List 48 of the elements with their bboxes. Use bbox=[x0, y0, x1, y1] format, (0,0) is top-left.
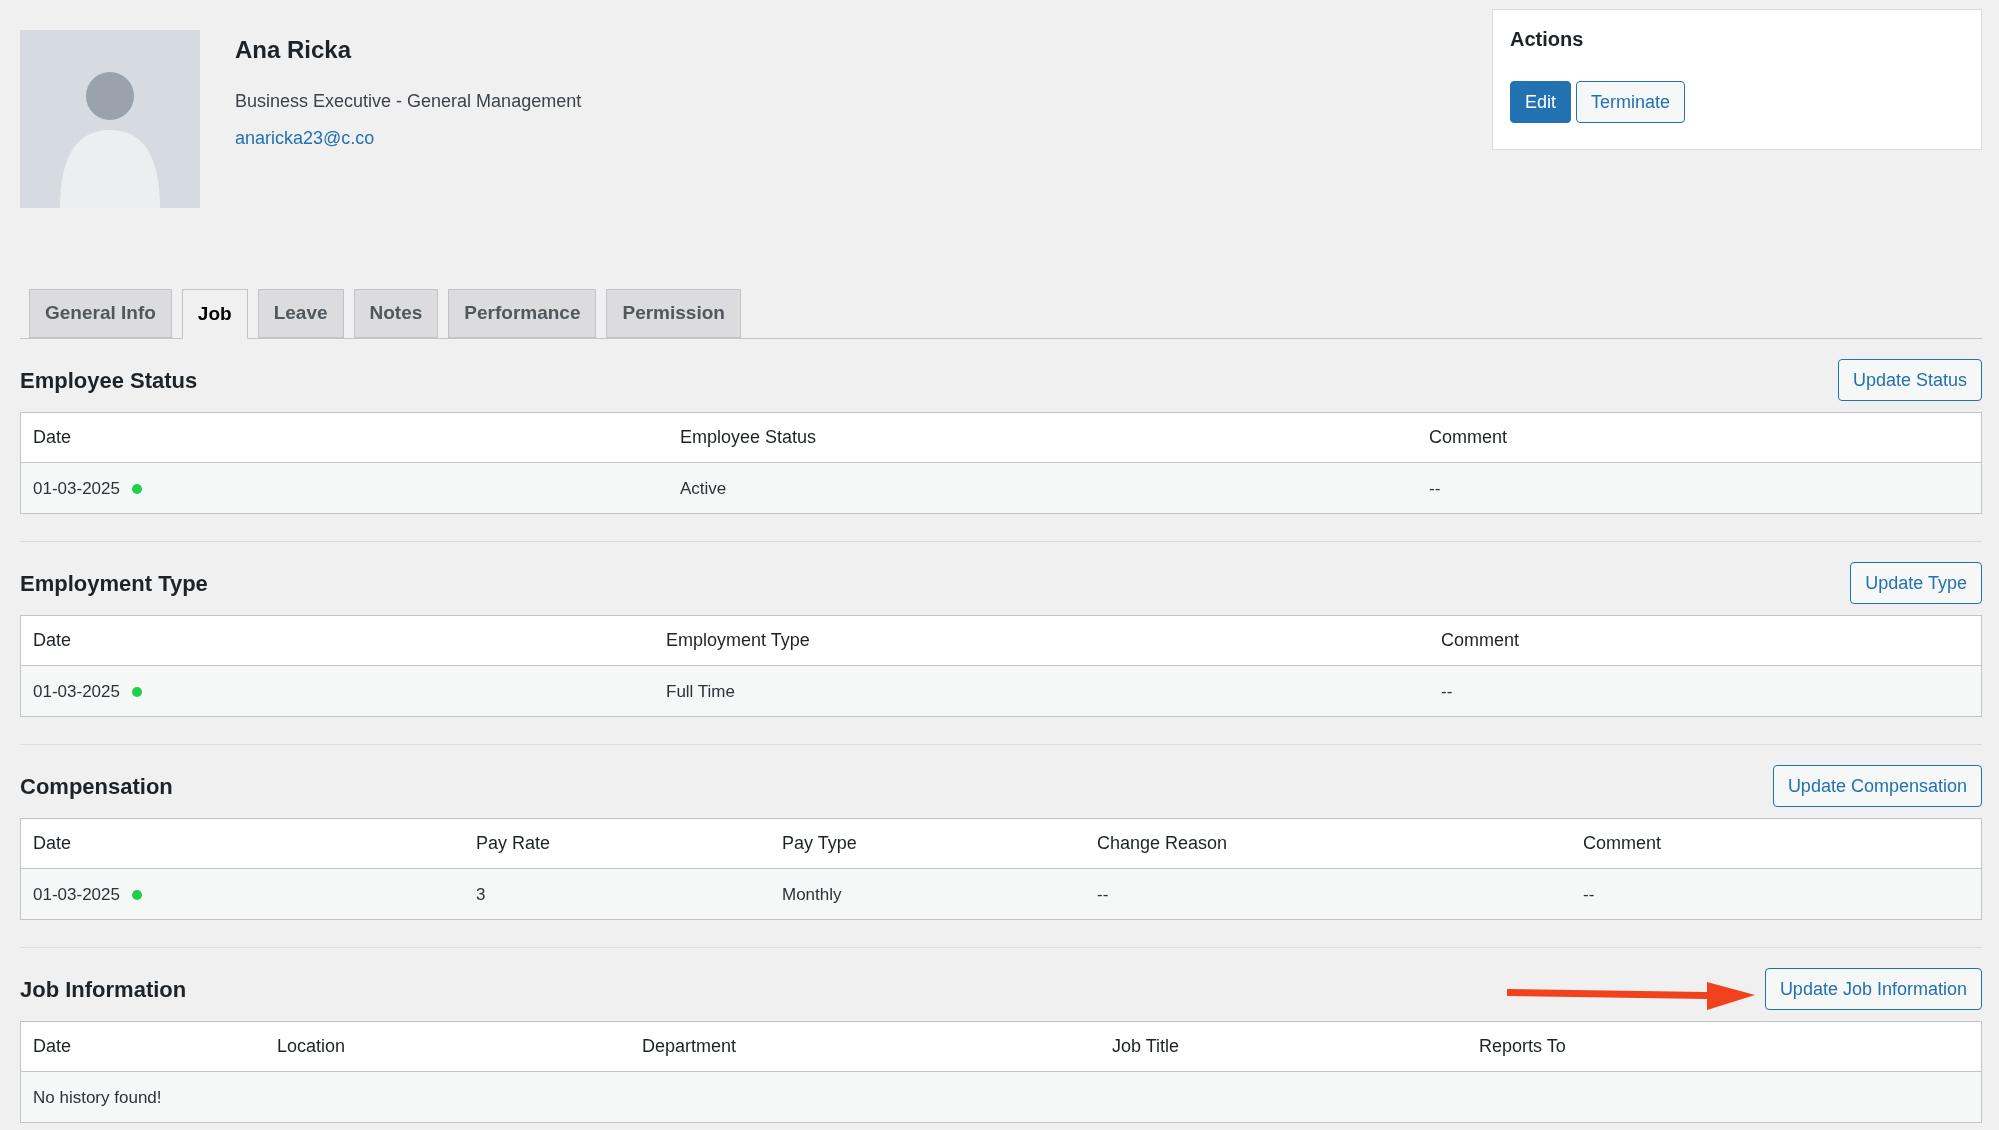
column-header: Employee Status bbox=[679, 426, 818, 449]
column-header: Date bbox=[32, 832, 73, 855]
column-header: Comment bbox=[1440, 629, 1521, 652]
table-cell-text: Monthly bbox=[782, 884, 842, 907]
tab[interactable]: Job bbox=[181, 289, 248, 339]
table-cell-text: 3 bbox=[476, 884, 486, 907]
table-cell-text: -- bbox=[1429, 478, 1441, 501]
column-header: Department bbox=[641, 1035, 738, 1058]
table-cell-text: 01-03-2025 bbox=[33, 884, 120, 907]
section-heading: Employment Type bbox=[20, 569, 208, 598]
update-button[interactable]: Update Status bbox=[1837, 359, 1982, 401]
column-header: Location bbox=[276, 1035, 347, 1058]
tab[interactable]: Permission bbox=[606, 289, 741, 338]
column-header: Date bbox=[32, 426, 73, 449]
column-header: Pay Rate bbox=[475, 832, 552, 855]
section-heading: Employee Status bbox=[20, 366, 198, 395]
column-header: Change Reason bbox=[1096, 832, 1229, 855]
section-heading: Compensation bbox=[20, 772, 173, 801]
edit-button[interactable]: Edit bbox=[1510, 81, 1572, 123]
empty-message: No history found! bbox=[32, 1087, 163, 1110]
update-button[interactable]: Update Job Information bbox=[1764, 968, 1982, 1010]
column-header: Comment bbox=[1582, 832, 1663, 855]
update-button[interactable]: Update Compensation bbox=[1772, 765, 1982, 807]
column-header: Job Title bbox=[1111, 1035, 1181, 1058]
terminate-button[interactable]: Terminate bbox=[1576, 81, 1686, 123]
table-cell-text: Full Time bbox=[666, 681, 735, 704]
table-cell-text: Active bbox=[680, 478, 727, 501]
table-cell-text: 01-03-2025 bbox=[33, 478, 120, 501]
column-header: Pay Type bbox=[781, 832, 858, 855]
email-link[interactable]: anaricka23@c.co bbox=[235, 125, 582, 152]
column-header: Comment bbox=[1428, 426, 1509, 449]
update-button[interactable]: Update Type bbox=[1850, 562, 1982, 604]
employee-name: Ana Ricka bbox=[235, 35, 353, 65]
table-cell-text: -- bbox=[1583, 884, 1595, 907]
tab[interactable]: General Info bbox=[29, 289, 172, 338]
table-cell-text: -- bbox=[1441, 681, 1453, 704]
tab[interactable]: Leave bbox=[257, 289, 344, 338]
column-header: Employment Type bbox=[665, 629, 811, 652]
table-cell-text: 01-03-2025 bbox=[33, 681, 120, 704]
column-header: Date bbox=[32, 629, 73, 652]
table-cell-text: -- bbox=[1097, 884, 1109, 907]
employee-position: Business Executive - General Management bbox=[235, 90, 582, 113]
card-title: Actions bbox=[1510, 27, 1585, 52]
tab[interactable]: Performance bbox=[448, 289, 597, 338]
column-header: Date bbox=[32, 1035, 73, 1058]
tab[interactable]: Notes bbox=[353, 289, 439, 338]
section-heading: Job Information bbox=[20, 975, 187, 1004]
column-header: Reports To bbox=[1478, 1035, 1567, 1058]
